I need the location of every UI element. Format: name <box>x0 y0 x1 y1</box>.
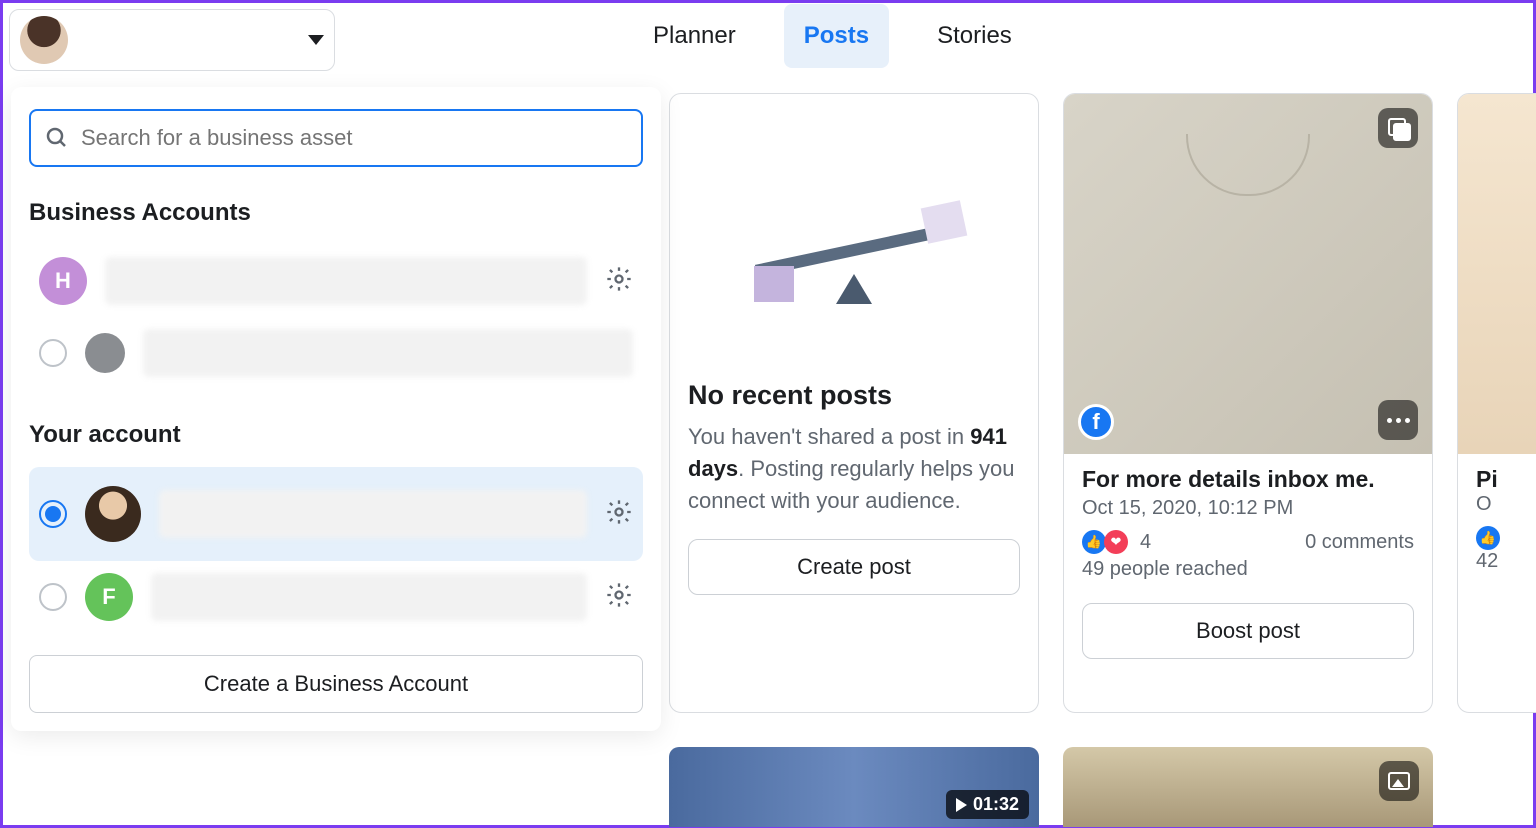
profile-avatar <box>85 486 141 542</box>
tab-planner[interactable]: Planner <box>633 4 756 68</box>
post-image: f <box>1064 94 1432 454</box>
post-card[interactable]: f For more details inbox me. Oct 15, 202… <box>1063 93 1433 713</box>
post-title: For more details inbox me. <box>1082 466 1414 493</box>
no-recent-posts-card: No recent posts You haven't shared a pos… <box>669 93 1039 713</box>
reaction-count: 4 <box>1140 531 1151 554</box>
gear-icon <box>605 265 633 293</box>
post-card-partial[interactable]: f Pi O 👍 42 <box>1457 93 1536 713</box>
your-account-row[interactable]: F <box>29 561 643 633</box>
radio-unselected[interactable] <box>39 583 67 611</box>
radio-selected[interactable] <box>39 500 67 528</box>
account-switcher-dropdown: Business Accounts H Your account F Creat… <box>11 87 661 731</box>
multi-image-badge <box>1378 108 1418 148</box>
tab-stories[interactable]: Stories <box>917 4 1032 68</box>
account-name-redacted <box>151 573 587 621</box>
post-more-button[interactable] <box>1378 400 1418 440</box>
chevron-down-icon <box>308 35 324 45</box>
profile-avatar <box>20 16 68 64</box>
seesaw-illustration <box>670 94 1038 374</box>
comment-count: 0 comments <box>1305 531 1414 554</box>
boost-post-button[interactable]: Boost post <box>1082 603 1414 659</box>
business-accounts-header: Business Accounts <box>29 199 643 227</box>
account-name-redacted <box>143 329 633 377</box>
settings-gear-button[interactable] <box>605 265 633 298</box>
your-account-header: Your account <box>29 421 643 449</box>
stack-icon <box>1388 118 1408 138</box>
post-image: f <box>1458 94 1536 454</box>
facebook-platform-badge: f <box>1078 404 1114 440</box>
account-switcher-pill[interactable] <box>9 9 335 71</box>
video-duration-badge: 01:32 <box>946 790 1029 819</box>
play-icon <box>956 798 967 812</box>
post-date: Oct 15, 2020, 10:12 PM <box>1082 497 1414 520</box>
love-icon: ❤ <box>1104 530 1128 554</box>
search-box[interactable] <box>29 109 643 167</box>
no-posts-title: No recent posts <box>688 380 1020 411</box>
account-avatar-h: H <box>39 257 87 305</box>
radio-unselected[interactable] <box>39 339 67 367</box>
post-title: Pi <box>1476 466 1536 493</box>
create-post-button[interactable]: Create post <box>688 539 1020 595</box>
gear-icon <box>605 498 633 526</box>
search-icon <box>45 126 69 150</box>
like-icon: 👍 <box>1082 530 1106 554</box>
account-avatar-f: F <box>85 573 133 621</box>
image-type-badge <box>1379 761 1419 801</box>
business-account-sub-row[interactable] <box>29 317 643 389</box>
business-account-row[interactable]: H <box>29 245 643 317</box>
post-reactions: 👍 ❤ 4 <box>1082 530 1151 554</box>
search-input[interactable] <box>81 125 627 151</box>
more-icon <box>1387 418 1410 423</box>
your-account-row-selected[interactable] <box>29 467 643 561</box>
account-name-redacted <box>159 490 587 538</box>
create-business-account-button[interactable]: Create a Business Account <box>29 655 643 713</box>
image-icon <box>1388 772 1410 790</box>
like-icon: 👍 <box>1476 526 1500 550</box>
video-post-thumbnail[interactable]: 01:32 <box>669 747 1039 827</box>
no-posts-body: You haven't shared a post in 941 days. P… <box>688 421 1020 517</box>
image-post-thumbnail[interactable] <box>1063 747 1433 827</box>
post-date: O <box>1476 493 1536 516</box>
account-name-redacted <box>105 257 587 305</box>
account-avatar-grey <box>85 333 125 373</box>
reach-count: 42 <box>1476 550 1536 573</box>
settings-gear-button[interactable] <box>605 498 633 531</box>
reach-count: 49 people reached <box>1082 558 1414 581</box>
tab-posts[interactable]: Posts <box>784 4 889 68</box>
settings-gear-button[interactable] <box>605 581 633 614</box>
gear-icon <box>605 581 633 609</box>
